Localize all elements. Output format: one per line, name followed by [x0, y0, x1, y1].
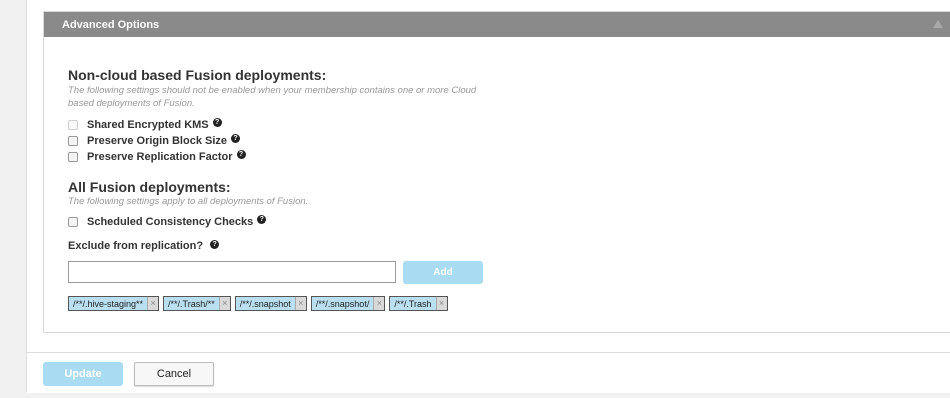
exclusion-tag: /**/.hive-staging** × — [68, 296, 160, 311]
all-fusion-section-description: The following settings apply to all depl… — [68, 196, 309, 207]
add-button[interactable]: Add — [403, 261, 483, 284]
option-scheduled-consistency-checks: Scheduled Consistency Checks ? — [68, 214, 267, 228]
preserve-origin-block-size-checkbox[interactable] — [68, 136, 78, 146]
remove-tag-icon[interactable]: × — [294, 297, 306, 310]
option-preserve-replication-factor: Preserve Replication Factor ? — [68, 149, 246, 163]
exclude-from-replication-label: Exclude from replication? ? — [68, 240, 220, 252]
non-cloud-section-title: Non-cloud based Fusion deployments: — [68, 67, 327, 83]
cancel-button[interactable]: Cancel — [134, 362, 214, 386]
panel-title: Advanced Options — [62, 18, 160, 31]
tag-label: /**/.snapshot — [239, 298, 291, 309]
exclude-pattern-input[interactable] — [68, 261, 396, 283]
non-cloud-section-description: The following settings should not be ena… — [68, 85, 477, 109]
panel-header[interactable]: Advanced Options — [44, 12, 950, 37]
option-label: Shared Encrypted KMS — [87, 119, 209, 131]
remove-tag-icon[interactable]: × — [435, 297, 447, 310]
collapse-arrow-icon[interactable] — [933, 20, 943, 28]
option-shared-encrypted-kms: Shared Encrypted KMS ? — [68, 117, 222, 131]
tag-label: /**/.hive-staging** — [73, 298, 144, 309]
tag-label: /**/.Trash/** — [168, 298, 215, 309]
form-footer: Update Cancel — [27, 352, 950, 393]
tag-label: /**/.Trash — [394, 298, 432, 309]
remove-tag-icon[interactable]: × — [218, 297, 230, 310]
help-icon[interactable]: ? — [212, 117, 222, 127]
shared-encrypted-kms-checkbox[interactable] — [68, 120, 78, 130]
update-button[interactable]: Update — [43, 362, 123, 386]
option-label: Preserve Replication Factor — [87, 151, 233, 163]
help-icon[interactable]: ? — [257, 214, 267, 224]
remove-tag-icon[interactable]: × — [147, 297, 159, 310]
remove-tag-icon[interactable]: × — [373, 297, 385, 310]
exclusion-tag: /**/.Trash × — [389, 296, 448, 311]
all-fusion-section-title: All Fusion deployments: — [68, 179, 231, 195]
scheduled-consistency-checks-checkbox[interactable] — [68, 217, 78, 227]
preserve-replication-factor-checkbox[interactable] — [68, 152, 78, 162]
help-icon[interactable]: ? — [236, 149, 246, 159]
help-icon[interactable]: ? — [210, 240, 220, 249]
advanced-options-panel: Advanced Options Non-cloud based Fusion … — [43, 11, 950, 333]
exclusion-tag: /**/.snapshot/ × — [310, 296, 386, 311]
help-icon[interactable]: ? — [231, 133, 241, 143]
main-content: Advanced Options Non-cloud based Fusion … — [26, 0, 950, 393]
exclusion-tag: /**/.Trash/** × — [163, 296, 231, 311]
left-gutter — [0, 0, 26, 398]
option-preserve-origin-block-size: Preserve Origin Block Size ? — [68, 133, 241, 147]
option-label: Scheduled Consistency Checks — [87, 216, 254, 228]
tag-label: /**/.snapshot/ — [315, 298, 370, 309]
option-label: Preserve Origin Block Size — [87, 135, 228, 147]
exclude-label-text: Exclude from replication? — [68, 240, 204, 252]
exclusion-tag: /**/.snapshot × — [234, 296, 307, 311]
exclusion-tag-list: /**/.hive-staging** × /**/.Trash/** × /*… — [68, 296, 448, 311]
